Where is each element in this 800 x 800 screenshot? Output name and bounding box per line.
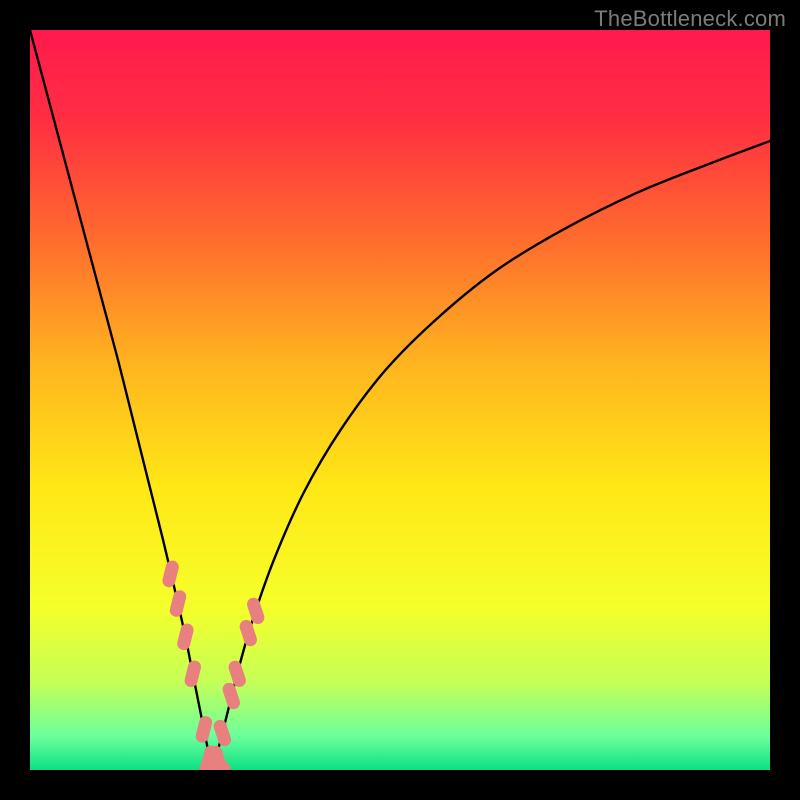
marker-pill xyxy=(168,589,187,618)
chart-frame: TheBottleneck.com xyxy=(0,0,800,800)
data-markers xyxy=(161,559,266,770)
curve-right xyxy=(213,141,770,770)
marker-pill xyxy=(183,659,202,688)
marker-pill xyxy=(207,763,231,770)
marker-pill xyxy=(161,559,180,588)
marker-pill xyxy=(176,622,195,651)
marker-pill xyxy=(212,718,233,748)
marker-pill xyxy=(194,715,213,744)
curve-left xyxy=(30,30,213,770)
plot-area xyxy=(30,30,770,770)
watermark-text: TheBottleneck.com xyxy=(594,6,786,32)
curve-layer xyxy=(30,30,770,770)
